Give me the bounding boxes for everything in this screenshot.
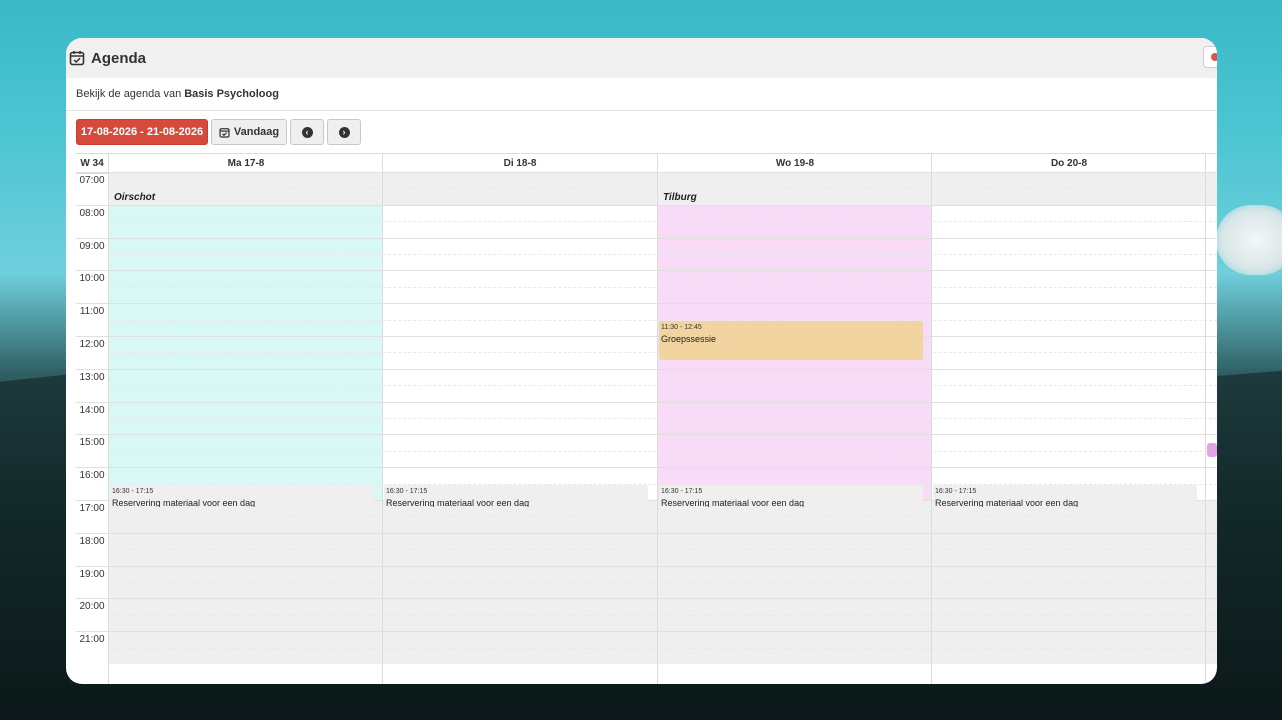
location-label: Oirschot	[114, 191, 156, 203]
half-hour-line	[108, 516, 1217, 518]
half-hour-line	[108, 549, 1217, 551]
window-header: Agenda	[66, 38, 1217, 78]
day-header[interactable]: Wo 19-8	[657, 154, 932, 173]
calendar-check-icon	[219, 127, 230, 138]
calendar-event[interactable]: 16:30 - 17:15 Reservering materiaal voor …	[110, 484, 374, 508]
arrow-left-icon: ‹	[301, 126, 313, 138]
week-number: W 34	[80, 158, 104, 169]
hour-line	[76, 401, 1217, 403]
half-hour-line	[108, 450, 1217, 452]
half-hour-line	[108, 385, 1217, 387]
calendar-event[interactable]: 11:30 - 12:45 Groepssessie	[659, 320, 923, 360]
day-header[interactable]: Di 18-8	[382, 154, 657, 173]
half-hour-line	[108, 254, 1217, 255]
today-label: Vandaag	[233, 126, 280, 138]
day-header[interactable]: Do 20-8	[931, 154, 1206, 173]
column-separator	[1205, 172, 1206, 684]
column-separator	[382, 172, 383, 684]
close-button[interactable]	[1203, 46, 1217, 68]
calendar-check-icon	[69, 51, 85, 66]
event-title: Reservering materiaal voor een dag	[661, 497, 805, 508]
calendar-event[interactable]: 16:30 - 17:15 Reservering materiaal voor …	[933, 484, 1197, 508]
half-hour-line	[108, 286, 1217, 288]
hour-line	[76, 532, 1217, 534]
window-title: Agenda	[91, 49, 147, 67]
event-title: Reservering materiaal voor een dag	[935, 497, 1079, 508]
half-hour-line	[108, 221, 1217, 223]
previous-week-button[interactable]: ‹	[290, 119, 324, 145]
agenda-window: Agenda Bekijk de agenda van Basis Psycho…	[66, 38, 1217, 684]
calendar-event-partial[interactable]	[1207, 443, 1217, 458]
calendar-event[interactable]: 16:30 - 17:15 Reservering materiaal voor …	[659, 484, 923, 508]
date-range-button[interactable]: 17-08-2026 - 21-08-2026	[76, 119, 208, 145]
event-time: 16:30 - 17:15	[112, 487, 154, 495]
today-button[interactable]: Vandaag	[211, 119, 287, 145]
time-label: 09:00	[79, 240, 105, 252]
day-header[interactable]: Ma 17-8	[108, 154, 383, 173]
subtitle-person-name: Basis Psycholoog	[184, 88, 279, 100]
time-label: 15:00	[79, 437, 105, 449]
time-label: 13:00	[79, 371, 105, 383]
hour-line	[76, 467, 1217, 469]
column-separator	[657, 172, 658, 684]
calendar-header-row: W 34 Ma 17-8 Di 18-8 Wo 19-8 Do 20-8	[76, 153, 1217, 174]
calendar-event[interactable]: 16:30 - 17:15 Reservering materiaal voor …	[384, 484, 648, 508]
hour-line	[76, 172, 1217, 173]
agenda-subtitle: Bekijk de agenda van Basis Psycholoog	[66, 78, 1217, 111]
event-time: 16:30 - 17:15	[386, 487, 428, 495]
time-label: 11:00	[79, 306, 105, 318]
location-label: Tilburg	[663, 191, 697, 203]
time-label: 08:00	[79, 207, 105, 219]
half-hour-line	[108, 188, 1217, 190]
time-label: 21:00	[79, 634, 105, 646]
event-time: 11:30 - 12:45	[661, 323, 702, 331]
half-hour-line	[108, 614, 1217, 616]
event-time: 16:30 - 17:15	[935, 487, 977, 495]
calendar-grid: W 34 Ma 17-8 Di 18-8 Wo 19-8 Do 20-8 Oirsch…	[76, 153, 1217, 684]
hour-line	[76, 204, 1217, 206]
time-label: 17:00	[79, 503, 105, 514]
hour-line	[76, 270, 1217, 272]
hour-line	[76, 598, 1217, 600]
time-label: 18:00	[79, 535, 105, 547]
event-time: 16:30 - 17:15	[661, 487, 703, 495]
time-label: 14:00	[79, 404, 105, 416]
hour-line	[76, 631, 1217, 633]
time-label: 19:00	[79, 568, 105, 580]
half-hour-line	[108, 418, 1217, 419]
time-label: 20:00	[79, 601, 105, 613]
event-title: Reservering materiaal voor een dag	[112, 497, 256, 508]
hour-line	[76, 368, 1217, 370]
subtitle-prefix: Bekijk de agenda van	[76, 88, 182, 100]
background-cloud	[1216, 205, 1282, 275]
half-hour-line	[108, 647, 1217, 649]
time-label: 10:00	[79, 273, 105, 285]
day-header-partial[interactable]	[1205, 154, 1217, 173]
toolbar: 17-08-2026 - 21-08-2026 Vandaag ‹ ›	[66, 111, 1217, 153]
arrow-right-icon: ›	[338, 126, 350, 138]
half-hour-line	[108, 582, 1217, 583]
next-week-button[interactable]: ›	[327, 119, 361, 145]
hour-line	[76, 303, 1217, 305]
column-separator	[931, 172, 932, 684]
hour-line	[76, 237, 1217, 239]
hour-line	[76, 565, 1217, 567]
column-separator	[108, 172, 109, 684]
hour-line	[76, 336, 1217, 337]
event-title: Reservering materiaal voor een dag	[386, 497, 530, 508]
time-label: 16:00	[79, 470, 105, 482]
time-label: 12:00	[79, 339, 105, 350]
event-title: Groepssessie	[661, 333, 717, 344]
hour-line	[76, 434, 1217, 436]
time-label: 07:00	[79, 175, 105, 186]
